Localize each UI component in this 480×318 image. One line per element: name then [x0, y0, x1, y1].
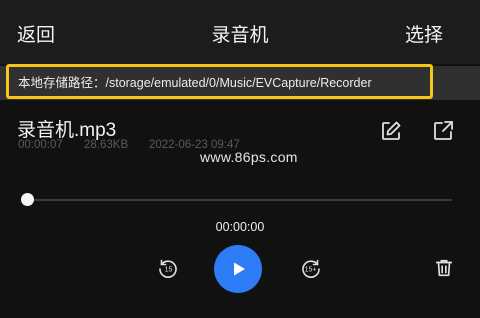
edit-icon[interactable]	[379, 119, 403, 143]
recording-duration: 00:00:07	[18, 139, 63, 151]
rewind-seconds-label: 15	[165, 267, 173, 274]
share-icon[interactable]	[431, 119, 455, 143]
progress-knob[interactable]	[20, 193, 34, 206]
storage-path-text: 本地存储路径：/storage/emulated/0/Music/EVCaptu…	[6, 64, 433, 99]
recording-size: 28.63KB	[84, 139, 129, 151]
forward-15-icon[interactable]: 15+	[299, 256, 323, 280]
watermark-text: www.86ps.com	[200, 149, 298, 165]
select-button[interactable]: 选择	[405, 20, 443, 47]
play-icon	[234, 262, 245, 276]
forward-seconds-label: 15+	[305, 267, 317, 274]
trash-icon[interactable]	[433, 257, 457, 281]
header-bar: 返回 录音机 选择	[0, 0, 480, 64]
current-time: 00:00:00	[215, 220, 265, 234]
progress-track[interactable]	[27, 199, 452, 201]
rewind-15-icon[interactable]: 15	[156, 256, 180, 280]
recording-name[interactable]: 录音机.mp3	[17, 115, 116, 142]
play-button[interactable]	[214, 245, 262, 293]
recorder-screen: 返回 录音机 选择 本地存储路径：/storage/emulated/0/Mus…	[0, 0, 480, 318]
